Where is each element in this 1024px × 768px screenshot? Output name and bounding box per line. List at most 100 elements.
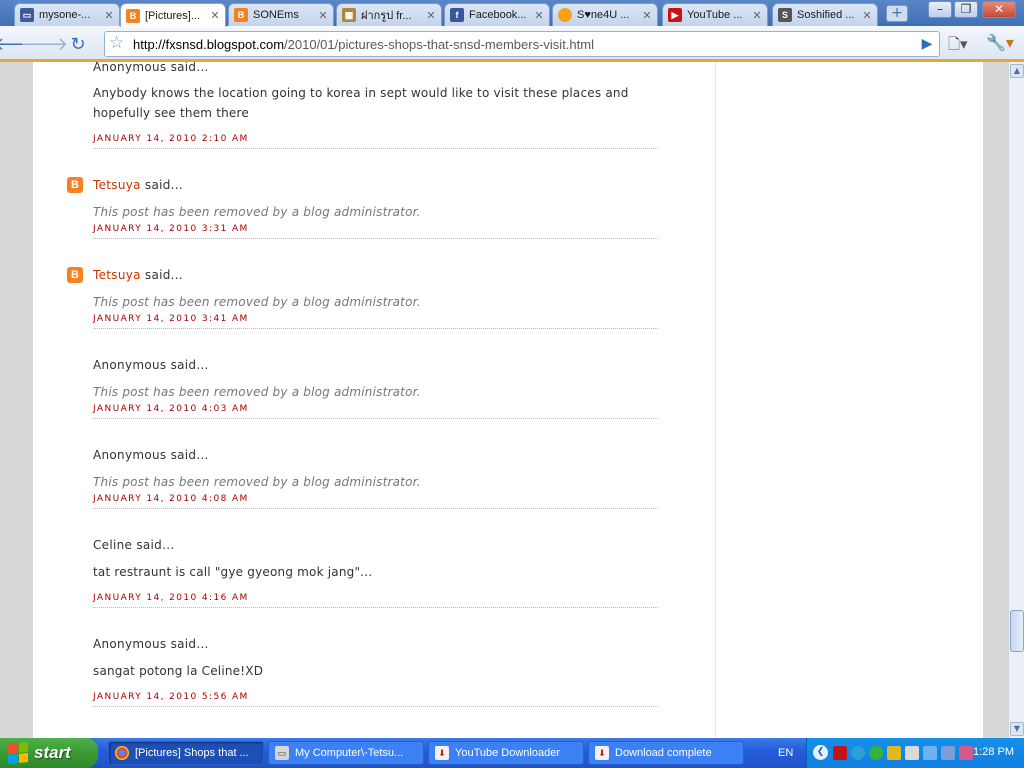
sidebar-divider: [715, 62, 716, 738]
drive-icon: ▭: [275, 746, 289, 760]
url-path: /2010/01/pictures-shops-that-snsd-member…: [284, 37, 594, 52]
sone4u-favicon: [558, 8, 572, 22]
window-close-button[interactable]: ✕: [982, 1, 1016, 18]
app-tray-icon[interactable]: [959, 746, 973, 760]
network-computers-icon[interactable]: [941, 746, 955, 760]
close-icon[interactable]: ✕: [317, 9, 329, 22]
chrome-icon: [115, 746, 129, 760]
bookmark-star-icon[interactable]: ☆: [109, 33, 124, 53]
reload-icon: ↻: [70, 33, 86, 55]
comment-author: Anonymous: [93, 62, 167, 74]
comment-divider: [93, 418, 658, 419]
ati-icon[interactable]: [833, 746, 847, 760]
scroll-down-arrow-icon[interactable]: ▼: [1010, 722, 1024, 736]
comment-divider: [93, 328, 658, 329]
tab-image-host[interactable]: ▦ ฝากรูป fr... ✕: [336, 3, 442, 26]
tab-facebook[interactable]: f Facebook... ✕: [444, 3, 550, 26]
comment-author-line: Tetsuya said...: [93, 268, 183, 282]
comment-timestamp-link[interactable]: January 14, 2010 3:41 AM: [93, 314, 249, 324]
close-icon[interactable]: ✕: [861, 9, 873, 22]
comment-said: said...: [166, 448, 209, 462]
comment-author-link[interactable]: Tetsuya: [93, 178, 141, 192]
comment-timestamp-link[interactable]: January 14, 2010 4:08 AM: [93, 494, 249, 504]
monitor-icon[interactable]: [923, 746, 937, 760]
comment-author-line: Celine said...: [93, 538, 174, 552]
check-icon[interactable]: [869, 746, 883, 760]
comment-author-link[interactable]: Tetsuya: [93, 268, 141, 282]
tab-title: S♥ne4U ...: [577, 9, 630, 21]
restore-button[interactable]: ❐: [954, 1, 978, 18]
comment-body-removed: This post has been removed by a blog adm…: [93, 475, 421, 489]
browser-toolbar: 🡐 🡒 ↻ ☆ http://fxsnsd.blogspot.com/2010/…: [0, 26, 1024, 62]
comment-said: said...: [166, 62, 209, 74]
download-icon: ⬇: [595, 746, 609, 760]
facebook-favicon: f: [450, 8, 464, 22]
close-icon[interactable]: ✕: [751, 9, 763, 22]
mysone-favicon: ▭: [20, 8, 34, 22]
soshified-favicon: S: [778, 8, 792, 22]
taskbar-clock[interactable]: 1:28 PM: [973, 746, 1014, 758]
tab-soshified[interactable]: S Soshified ... ✕: [772, 3, 878, 26]
comment-body: sangat potong la Celine!XD: [93, 664, 264, 678]
blogger-favicon: B: [126, 8, 140, 23]
page-menu-icon[interactable]: 🗋▾: [948, 34, 968, 59]
browser-tab-strip: ▭ mysone-... ✕ B [Pictures]... ✕ B SONEm…: [0, 0, 1024, 27]
page-viewport: Anonymous said... Anybody knows the loca…: [0, 62, 1008, 738]
vertical-scrollbar[interactable]: ▲ ▼: [1008, 62, 1024, 738]
comment-timestamp-link[interactable]: January 14, 2010 4:03 AM: [93, 404, 249, 414]
close-icon[interactable]: ✕: [533, 9, 545, 22]
comment-timestamp-link[interactable]: January 14, 2010 3:31 AM: [93, 224, 249, 234]
shield-icon[interactable]: [887, 746, 901, 760]
tab-title: ฝากรูป fr...: [361, 10, 412, 22]
start-button[interactable]: start: [0, 738, 98, 768]
download-icon: ⬇: [435, 746, 449, 760]
taskbar-item-youtube-downloader[interactable]: ⬇ YouTube Downloader: [428, 741, 584, 765]
taskbar-item-download-complete[interactable]: ⬇ Download complete: [588, 741, 744, 765]
comment-timestamp-link[interactable]: January 14, 2010 4:16 AM: [93, 593, 249, 603]
reload-button[interactable]: ↻: [66, 32, 90, 56]
comment-divider: [93, 706, 658, 707]
url-text[interactable]: http://fxsnsd.blogspot.com/2010/01/pictu…: [133, 37, 594, 52]
scroll-up-arrow-icon[interactable]: ▲: [1010, 64, 1024, 78]
wrench-icon[interactable]: 🔧▾: [986, 33, 1014, 52]
close-icon[interactable]: ✕: [103, 9, 115, 22]
comment-author-line: Anonymous said...: [93, 358, 209, 372]
comment-author: Anonymous: [93, 448, 167, 462]
comment-said: said...: [140, 178, 184, 192]
minimize-button[interactable]: –: [928, 1, 952, 18]
network-icon[interactable]: [851, 746, 865, 760]
comment-divider: [93, 607, 658, 608]
comment-author: Anonymous: [93, 637, 167, 651]
comment-timestamp-link[interactable]: January 14, 2010 2:10 AM: [93, 134, 249, 144]
address-bar[interactable]: ☆ http://fxsnsd.blogspot.com/2010/01/pic…: [104, 31, 940, 57]
comment-said: said...: [132, 538, 175, 552]
tab-youtube[interactable]: ▶ YouTube ... ✕: [662, 3, 768, 26]
tab-pictures[interactable]: B [Pictures]... ✕: [120, 3, 226, 27]
close-icon[interactable]: ✕: [641, 9, 653, 22]
comment-said: said...: [166, 358, 209, 372]
taskbar-item-label: Download complete: [615, 747, 712, 759]
tab-sone4u[interactable]: S♥ne4U ... ✕: [552, 3, 658, 26]
tab-mysone[interactable]: ▭ mysone-... ✕: [14, 3, 120, 26]
chevron-left-icon[interactable]: ❮: [813, 745, 828, 760]
taskbar-item-label: YouTube Downloader: [455, 747, 560, 759]
comment-timestamp-link[interactable]: January 14, 2010 5:56 AM: [93, 692, 249, 702]
close-icon[interactable]: ✕: [209, 9, 221, 22]
scrollbar-thumb[interactable]: [1010, 610, 1024, 652]
tab-sonems[interactable]: B SONEms ✕: [228, 3, 334, 26]
go-button[interactable]: ▶: [917, 34, 937, 54]
taskbar-item-my-computer[interactable]: ▭ My Computer\-Tetsu...: [268, 741, 424, 765]
taskbar-item-chrome[interactable]: [Pictures] Shops that ...: [108, 741, 264, 765]
comment-author-line: Anonymous said...: [93, 637, 209, 651]
usb-icon[interactable]: [905, 746, 919, 760]
blog-page: Anonymous said... Anybody knows the loca…: [33, 62, 983, 738]
close-icon[interactable]: ✕: [425, 9, 437, 22]
language-indicator[interactable]: EN: [778, 747, 793, 759]
comment-author: Celine: [93, 538, 133, 552]
system-tray: ❮ 1:28 PM: [806, 738, 1024, 768]
tab-title: mysone-...: [39, 9, 91, 21]
play-icon: ▶: [921, 36, 933, 52]
new-tab-button[interactable]: +: [886, 5, 908, 22]
comment-author: Anonymous: [93, 358, 167, 372]
forward-button[interactable]: 🡒: [20, 32, 68, 56]
